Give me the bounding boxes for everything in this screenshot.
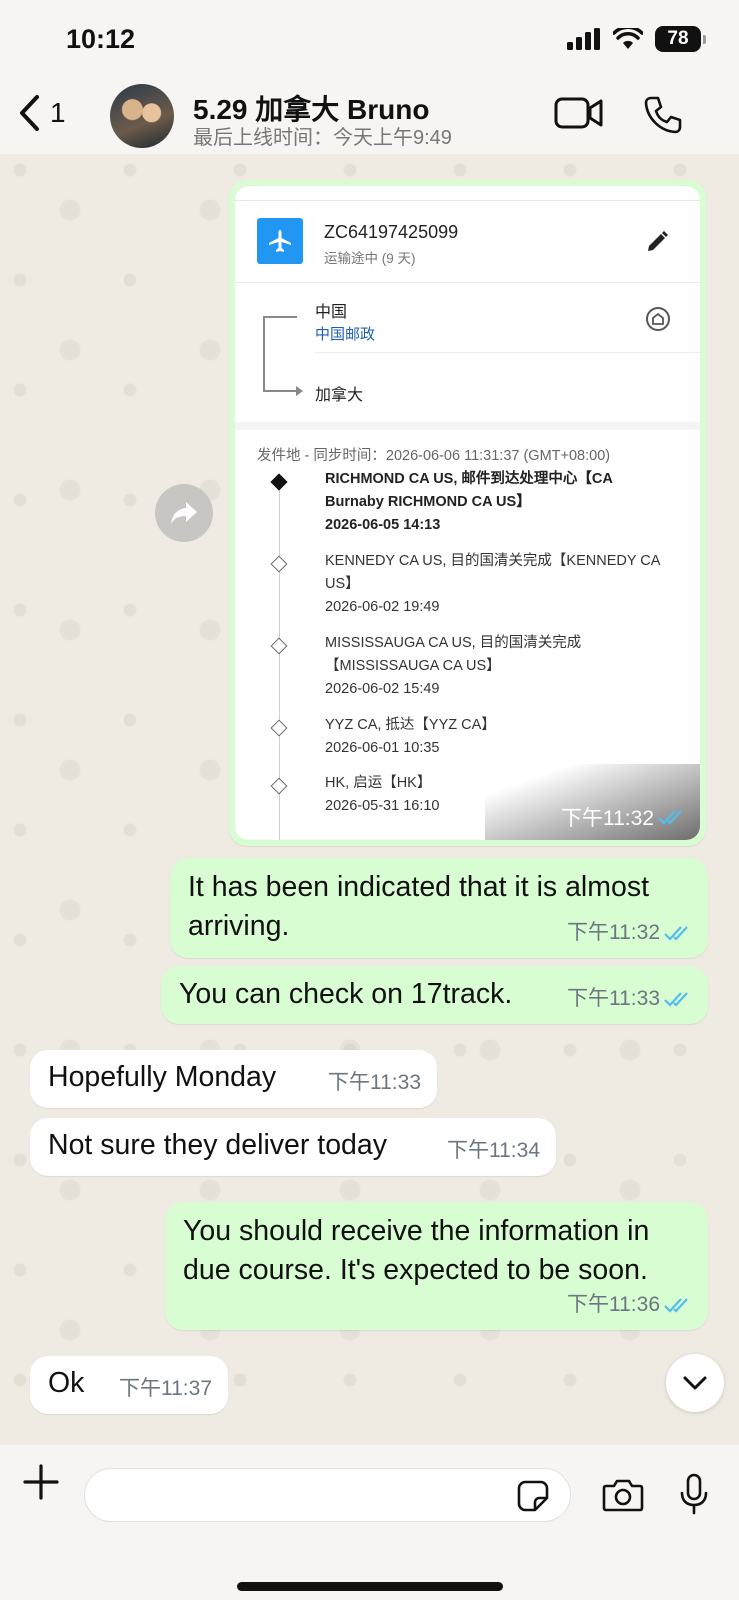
read-ticks-icon	[664, 925, 688, 941]
chevron-down-icon	[683, 1376, 707, 1390]
plane-badge	[257, 218, 303, 264]
message-text: Not sure they deliver today	[48, 1129, 388, 1161]
incoming-message[interactable]: Not sure they deliver today 下午11:34	[30, 1118, 556, 1176]
message-meta: 下午11:32	[567, 913, 692, 952]
plane-icon	[269, 230, 291, 252]
timeline-marker	[270, 555, 288, 573]
tracking-number: ZC64197425099	[324, 222, 459, 242]
tracking-event: MISSISSAUGA CA US, 目的国清关完成【MISSISSAUGA C…	[325, 632, 675, 701]
voice-call-button[interactable]	[643, 95, 683, 140]
status-bar: 10:12 78	[0, 0, 739, 80]
read-ticks-icon	[658, 810, 682, 825]
timeline-marker-current	[270, 473, 288, 491]
voice-message-button[interactable]	[679, 1473, 709, 1520]
event-description: HK, 启运【HK】	[325, 775, 432, 791]
forward-button[interactable]	[155, 484, 213, 542]
message-meta: 下午11:36	[567, 1285, 692, 1324]
signal-icon	[567, 28, 600, 50]
divider	[235, 200, 700, 201]
phone-icon	[644, 96, 682, 134]
event-description: YYZ CA, 抵达【YYZ CA】	[325, 717, 496, 733]
event-time: 2026-06-02 19:49	[325, 599, 440, 615]
status-time: 10:12	[66, 24, 136, 54]
divider	[315, 352, 700, 353]
composer-bar	[0, 1445, 739, 1600]
unread-count: 1	[50, 97, 66, 128]
sticker-icon	[517, 1480, 549, 1512]
message-text: Ok	[48, 1367, 85, 1399]
event-description: MISSISSAUGA CA US, 目的国清关完成【MISSISSAUGA C…	[325, 635, 582, 674]
message-text: You can check on 17track.	[179, 978, 513, 1010]
timeline-marker	[270, 777, 288, 795]
edit-icon	[648, 231, 668, 251]
tracking-event: KENNEDY CA US, 目的国清关完成【KENNEDY CA US】 20…	[325, 550, 675, 619]
timeline-marker	[270, 719, 288, 737]
route-connector	[263, 316, 303, 396]
status-icons: 78	[567, 26, 706, 52]
camera-button[interactable]	[602, 1478, 644, 1517]
destination-country: 加拿大	[315, 387, 364, 404]
read-ticks-icon	[664, 991, 688, 1007]
message-meta: 下午11:33	[567, 979, 692, 1018]
message-meta: 下午11:32	[561, 802, 686, 832]
mic-icon	[680, 1473, 708, 1515]
home-icon	[646, 307, 670, 331]
back-chevron-icon	[20, 95, 39, 131]
contact-avatar[interactable]	[110, 84, 174, 148]
event-time: 2026-06-01 10:35	[325, 740, 440, 756]
wifi-icon	[613, 28, 643, 49]
tracking-image-message[interactable]: ZC64197425099 运输途中 (9 天) 中国 中国邮政 加拿大 发件地…	[229, 180, 706, 846]
plus-icon	[23, 1464, 59, 1500]
outgoing-message[interactable]: You should receive the information in du…	[165, 1202, 708, 1330]
read-ticks-icon	[664, 1297, 688, 1313]
tracking-event: YYZ CA, 抵达【YYZ CA】 2026-06-01 10:35	[325, 714, 675, 760]
event-time: 2026-06-02 15:49	[325, 681, 440, 697]
video-call-icon	[554, 97, 603, 129]
transit-status: 运输途中 (9 天)	[324, 251, 416, 266]
incoming-message[interactable]: Ok 下午11:37	[30, 1356, 228, 1414]
camera-icon	[602, 1479, 644, 1512]
chat-header: 1 5.29 加拿大 Bruno 最后上线时间：今天上午9:49	[0, 80, 739, 154]
message-text: You should receive the information in du…	[183, 1215, 650, 1286]
message-text: Hopefully Monday	[48, 1061, 277, 1093]
event-description: RICHMOND CA US, 邮件到达处理中心【CA Burnaby RICH…	[325, 471, 613, 510]
incoming-message[interactable]: Hopefully Monday 下午11:33	[30, 1050, 437, 1108]
video-call-button[interactable]	[554, 96, 604, 135]
event-description: KENNEDY CA US, 目的国清关完成【KENNEDY CA US】	[325, 553, 660, 592]
message-time: 下午11:32	[567, 921, 660, 944]
outgoing-message[interactable]: It has been indicated that it is almost …	[170, 858, 708, 958]
tracking-event: RICHMOND CA US, 邮件到达处理中心【CA Burnaby RICH…	[325, 468, 675, 537]
last-seen-status: 最后上线时间：今天上午9:49	[193, 127, 452, 149]
tracking-card: ZC64197425099 运输途中 (9 天) 中国 中国邮政 加拿大 发件地…	[235, 186, 700, 840]
divider	[235, 282, 700, 283]
scroll-to-bottom-button[interactable]	[666, 1354, 724, 1412]
message-meta: 下午11:33	[328, 1063, 421, 1102]
message-time: 下午11:37	[119, 1377, 212, 1400]
message-meta: 下午11:37	[119, 1369, 212, 1408]
timeline-marker	[270, 637, 288, 655]
back-button[interactable]: 1	[18, 94, 66, 132]
origin-country: 中国	[315, 304, 348, 321]
sticker-button[interactable]	[517, 1480, 549, 1517]
message-input[interactable]	[84, 1468, 571, 1522]
home-indicator	[237, 1582, 503, 1591]
message-time: 下午11:36	[567, 1293, 660, 1316]
event-time: 2026-06-05 14:13	[325, 517, 441, 533]
forward-icon	[171, 502, 197, 524]
outgoing-message[interactable]: You can check on 17track. 下午11:33	[161, 966, 708, 1024]
attach-button[interactable]	[22, 1463, 60, 1506]
carrier-name: 中国邮政	[315, 326, 376, 343]
message-time: 下午11:34	[447, 1139, 540, 1162]
message-meta: 下午11:34	[447, 1131, 540, 1170]
section-separator	[235, 422, 700, 430]
message-time: 下午11:33	[328, 1071, 421, 1094]
message-time: 下午11:33	[567, 987, 660, 1010]
sync-time: 发件地 - 同步时间：2026-06-06 11:31:37 (GMT+08:0…	[257, 448, 611, 464]
message-time: 下午11:32	[561, 807, 654, 830]
battery-indicator: 78	[655, 26, 706, 52]
